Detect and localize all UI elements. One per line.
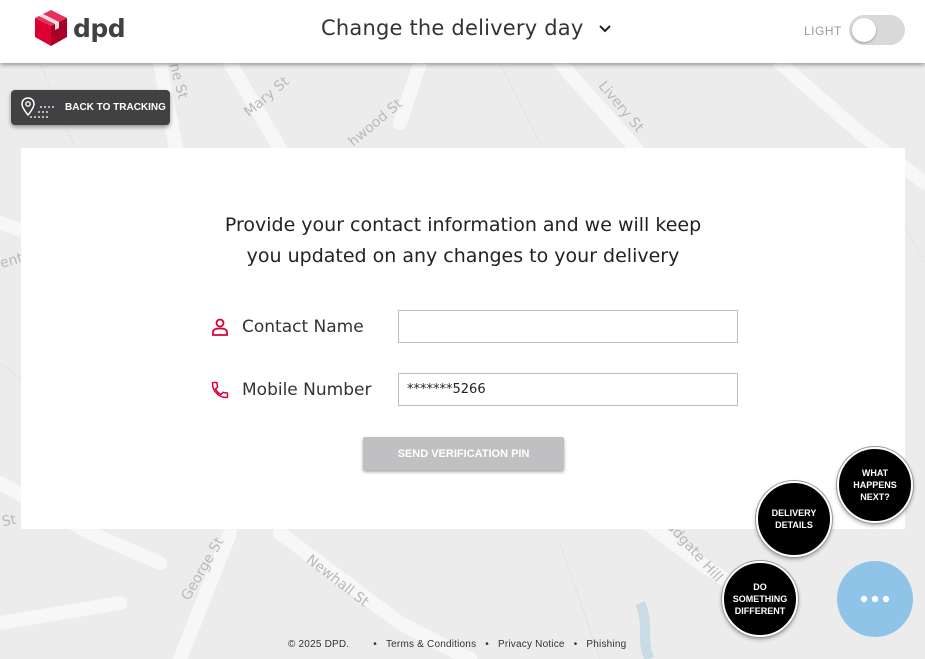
mobile-number-row: Mobile Number	[209, 373, 738, 406]
toggle-knob	[852, 18, 876, 42]
do-something-different-label: DO SOMETHING DIFFERENT	[732, 582, 788, 616]
contact-info-card: Provide your contact information and we …	[21, 148, 905, 529]
dpd-logo[interactable]: dpd	[35, 10, 126, 46]
app-header: dpd Change the delivery day LIGHT	[0, 0, 925, 63]
send-verification-pin-button[interactable]: SEND VERIFICATION PIN	[363, 437, 564, 470]
theme-toggle[interactable]	[849, 15, 905, 45]
what-happens-next-label: WHAT HAPPENS NEXT?	[853, 468, 897, 502]
street-label: St	[0, 511, 18, 531]
copyright-text: © 2025 DPD.	[288, 639, 350, 650]
actions-menu-button[interactable]	[837, 561, 913, 637]
intro-text: Provide your contact information and we …	[21, 210, 905, 272]
terms-link[interactable]: Terms & Conditions	[386, 639, 476, 650]
delivery-details-button[interactable]: DELIVERY DETAILS	[756, 481, 832, 557]
mobile-number-input[interactable]	[398, 373, 738, 406]
contact-name-input[interactable]	[398, 310, 738, 343]
route-pin-icon	[21, 96, 54, 118]
footer: © 2025 DPD. • Terms & Conditions • Priva…	[288, 639, 626, 650]
intro-line-2: you updated on any changes to your deliv…	[246, 245, 680, 267]
footer-separator: •	[485, 639, 489, 650]
chevron-down-icon	[599, 25, 612, 33]
delivery-details-label: DELIVERY DETAILS	[771, 508, 817, 530]
contact-name-row: Contact Name	[209, 310, 738, 343]
back-to-tracking-label: BACK TO TRACKING	[65, 102, 166, 113]
delivery-option-selector[interactable]: Change the delivery day	[321, 16, 612, 40]
phone-icon	[209, 379, 231, 401]
footer-separator: •	[373, 639, 377, 650]
intro-line-1: Provide your contact information and we …	[224, 214, 702, 236]
dpd-cube-icon	[35, 10, 67, 46]
phishing-link[interactable]: Phishing	[586, 639, 626, 650]
do-something-different-button[interactable]: DO SOMETHING DIFFERENT	[722, 561, 798, 637]
person-icon	[209, 316, 231, 338]
footer-separator: •	[573, 639, 578, 650]
contact-name-label: Contact Name	[242, 316, 364, 337]
logo-text: dpd	[73, 13, 126, 43]
theme-label: LIGHT	[804, 24, 842, 38]
back-to-tracking-button[interactable]: BACK TO TRACKING	[11, 90, 170, 125]
mobile-number-label: Mobile Number	[242, 379, 372, 400]
privacy-link[interactable]: Privacy Notice	[498, 639, 565, 650]
more-dots-icon	[860, 595, 890, 603]
what-happens-next-button[interactable]: WHAT HAPPENS NEXT?	[837, 447, 913, 523]
page-title: Change the delivery day	[321, 16, 584, 40]
